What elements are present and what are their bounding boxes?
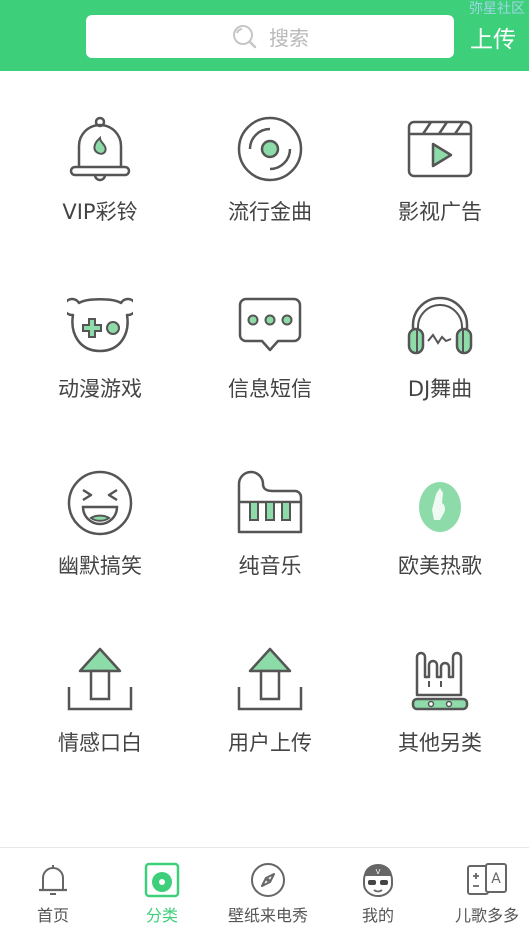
bottom-tab-bar: 首页 分类 壁纸来电秀 V 我的 A 儿歌多多 (0, 847, 529, 928)
category-label: 动漫游戏 (58, 377, 142, 401)
category-label: DJ舞曲 (407, 377, 473, 401)
category-label: 其他另类 (398, 731, 482, 755)
category-label: 幽默搞笑 (58, 554, 142, 578)
search-placeholder: 搜索 (269, 26, 309, 50)
category-label: 纯音乐 (238, 554, 302, 578)
svg-text:A: A (491, 871, 501, 887)
category-film-ads[interactable]: 影视广告 (352, 116, 528, 226)
upload-button[interactable]: 上传 (470, 20, 516, 54)
category-humor[interactable]: 幽默搞笑 (12, 470, 188, 580)
tab-label: 首页 (36, 906, 69, 925)
category-western-hits[interactable]: 欧美热歌 (352, 470, 528, 580)
category-pure-music[interactable]: 纯音乐 (182, 470, 358, 580)
tab-label: 儿歌多多 (454, 906, 519, 925)
category-others[interactable]: 其他另类 (352, 647, 528, 757)
upload-arrow-icon (237, 647, 303, 711)
avatar-icon: V (363, 864, 393, 897)
laughing-face-icon (67, 470, 133, 536)
tab-wallpaper-callshow[interactable]: 壁纸来电秀 (215, 862, 321, 926)
game-controller-icon (67, 297, 133, 353)
category-pop-hits[interactable]: 流行金曲 (182, 116, 358, 226)
search-input[interactable]: 搜索 (86, 15, 454, 58)
bell-icon (39, 865, 67, 895)
category-sms[interactable]: 信息短信 (182, 293, 358, 403)
category-dj[interactable]: DJ舞曲 (352, 293, 528, 403)
clapperboard-icon (407, 120, 473, 178)
bell-icon (69, 116, 131, 182)
category-user-upload[interactable]: 用户上传 (182, 647, 358, 757)
rock-hand-badge-icon (419, 482, 461, 532)
tab-mine[interactable]: V 我的 (325, 862, 431, 926)
category-label: 情感口白 (58, 731, 142, 755)
category-label: 流行金曲 (228, 200, 312, 224)
top-bar: 搜索 上传 弥星社区 (0, 0, 529, 71)
tab-label: 分类 (145, 906, 178, 925)
tab-label: 我的 (361, 906, 394, 925)
rock-hand-icon (411, 651, 469, 711)
watermark-text: 弥星社区 (469, 1, 525, 17)
category-disc-icon (144, 862, 180, 898)
message-bubble-icon (238, 297, 302, 352)
category-vip-ringtone[interactable]: VIP彩铃 (12, 116, 188, 226)
category-label: 欧美热歌 (398, 554, 482, 578)
tab-label: 壁纸来电秀 (227, 906, 308, 925)
category-anime-games[interactable]: 动漫游戏 (12, 293, 188, 403)
category-label: 用户上传 (228, 731, 312, 755)
abc-cards-icon: A (467, 863, 507, 895)
vinyl-record-icon (237, 116, 303, 182)
tab-kids-songs[interactable]: A 儿歌多多 (434, 862, 529, 926)
category-label: 信息短信 (228, 377, 312, 401)
category-label: VIP彩铃 (62, 200, 138, 224)
compass-icon (251, 863, 285, 897)
category-label: 影视广告 (398, 200, 482, 224)
tab-home[interactable]: 首页 (0, 862, 106, 926)
piano-icon (237, 470, 303, 534)
category-emotional[interactable]: 情感口白 (12, 647, 188, 757)
search-icon (233, 24, 257, 48)
svg-text:V: V (376, 868, 381, 876)
headphones-icon (407, 296, 473, 355)
upload-arrow-icon (67, 647, 133, 711)
tab-category[interactable]: 分类 (109, 862, 215, 926)
